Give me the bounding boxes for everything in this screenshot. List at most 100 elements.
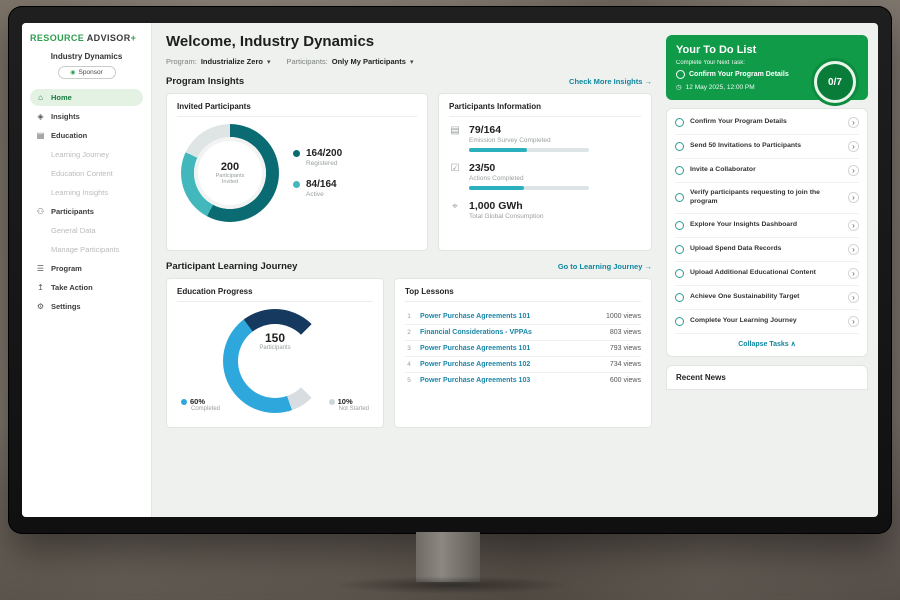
participants-filter[interactable]: Participants: Only My Participants ▾ — [286, 57, 413, 66]
arrow-right-icon: → — [645, 77, 653, 86]
sidebar-item-label: Settings — [51, 302, 81, 311]
sidebar-item-home[interactable]: ⌂ Home — [30, 89, 143, 106]
sidebar-item-learning-journey[interactable]: Learning Journey — [30, 146, 143, 163]
chevron-right-icon[interactable]: › — [848, 117, 859, 128]
task-row-verify-participants[interactable]: Verify participants requesting to join t… — [675, 183, 859, 214]
task-row-explore-insights[interactable]: Explore Your Insights Dashboard › — [675, 214, 859, 238]
lesson-views: 803 views — [610, 329, 641, 336]
home-icon: ⌂ — [36, 93, 45, 102]
recent-news-card: Recent News — [666, 365, 868, 390]
task-row-achieve-target[interactable]: Achieve One Sustainability Target › — [675, 286, 859, 310]
participants-icon: ⚇ — [36, 207, 45, 216]
sidebar-item-label: Education Content — [51, 169, 113, 178]
legend-dot — [329, 399, 335, 405]
sidebar-item-participants[interactable]: ⚇ Participants — [30, 203, 143, 220]
chevron-right-icon[interactable]: › — [848, 220, 859, 231]
lesson-link[interactable]: Power Purchase Agreements 101 — [420, 345, 603, 352]
radio-circle-icon — [676, 70, 685, 79]
chevron-right-icon[interactable]: › — [848, 268, 859, 279]
task-checkbox[interactable] — [675, 245, 684, 254]
chevron-right-icon[interactable]: › — [848, 244, 859, 255]
donut-legend: 164/200 Registered 84/164 Active — [293, 148, 342, 198]
task-row-upload-spend-data[interactable]: Upload Spend Data Records › — [675, 238, 859, 262]
go-to-learning-journey-link[interactable]: Go to Learning Journey → — [558, 262, 652, 271]
program-insights-cards: Invited Participants 200 Participants In… — [166, 93, 652, 251]
lesson-row: 4 Power Purchase Agreements 102 734 view… — [405, 357, 641, 373]
task-checkbox[interactable] — [675, 269, 684, 278]
task-checkbox[interactable] — [675, 317, 684, 326]
sidebar-item-learning-insights[interactable]: Learning Insights — [30, 184, 143, 201]
monitor-stand — [416, 532, 480, 582]
donut-center-value: 200 — [221, 161, 239, 173]
collapse-tasks-link[interactable]: Collapse Tasks ∧ — [675, 334, 859, 354]
task-label: Explore Your Insights Dashboard — [690, 221, 842, 230]
location-pin-icon: ⌖ — [449, 201, 461, 220]
sidebar-item-label: Education — [51, 131, 87, 140]
task-row-complete-learning-journey[interactable]: Complete Your Learning Journey › — [675, 310, 859, 334]
sidebar-item-take-action[interactable]: ↥ Take Action — [30, 279, 143, 296]
lesson-link[interactable]: Power Purchase Agreements 101 — [420, 313, 599, 320]
chevron-right-icon[interactable]: › — [848, 292, 859, 303]
learning-journey-header: Participant Learning Journey Go to Learn… — [166, 261, 652, 272]
sponsor-badge[interactable]: ◉ Sponsor — [58, 66, 116, 79]
todo-panel: Your To Do List Complete Your Next Task:… — [664, 23, 878, 517]
lesson-link[interactable]: Power Purchase Agreements 102 — [420, 361, 603, 368]
chevron-right-icon[interactable]: › — [848, 316, 859, 327]
task-row-invite-collaborator[interactable]: Invite a Collaborator › — [675, 159, 859, 183]
todo-progress-ring: 0/7 — [814, 61, 856, 103]
monitor-shadow — [330, 576, 570, 594]
sidebar-item-manage-participants[interactable]: Manage Participants — [30, 241, 143, 258]
legend-item-active: 84/164 Active — [293, 179, 342, 198]
chevron-right-icon[interactable]: › — [848, 192, 859, 203]
top-lessons-card: Top Lessons 1 Power Purchase Agreements … — [394, 278, 652, 428]
lesson-link[interactable]: Power Purchase Agreements 103 — [420, 377, 603, 384]
card-title: Education Progress — [177, 287, 373, 302]
education-icon: ▤ — [36, 131, 45, 140]
task-checkbox[interactable] — [675, 193, 684, 202]
page-title: Welcome, Industry Dynamics — [166, 33, 652, 50]
check-icon: ☑ — [449, 163, 461, 190]
sponsor-badge-label: Sponsor — [79, 69, 103, 76]
sidebar-item-education[interactable]: ▤ Education — [30, 127, 143, 144]
settings-icon: ⚙ — [36, 302, 45, 311]
task-row-send-invitations[interactable]: Send 50 Invitations to Participants › — [675, 135, 859, 159]
program-filter-label: Program: — [166, 57, 197, 66]
sidebar-item-settings[interactable]: ⚙ Settings — [30, 298, 143, 315]
lesson-link[interactable]: Financial Considerations - VPPAs — [420, 329, 603, 336]
task-checkbox[interactable] — [675, 118, 684, 127]
org-name: Industry Dynamics — [30, 52, 143, 61]
sponsor-icon: ◉ — [70, 69, 75, 76]
sidebar-item-label: Insights — [51, 112, 80, 121]
task-label: Complete Your Learning Journey — [690, 317, 842, 326]
app-logo: RESOURCE ADVISOR+ — [30, 33, 143, 43]
chevron-right-icon[interactable]: › — [848, 165, 859, 176]
task-label: Upload Spend Data Records — [690, 245, 842, 254]
task-row-upload-educational-content[interactable]: Upload Additional Educational Content › — [675, 262, 859, 286]
card-title: Invited Participants — [177, 102, 417, 117]
task-checkbox[interactable] — [675, 221, 684, 230]
gauge-center-value: 150 — [223, 331, 327, 345]
survey-icon: ▤ — [449, 125, 461, 152]
legend-dot — [293, 150, 300, 157]
task-label: Verify participants requesting to join t… — [690, 189, 842, 207]
sidebar-item-label: General Data — [51, 226, 96, 235]
legend-pct: 60% — [190, 397, 205, 406]
legend-label: Not Started — [339, 406, 369, 412]
sidebar-item-insights[interactable]: ◈ Insights — [30, 108, 143, 125]
task-row-confirm-program[interactable]: Confirm Your Program Details › — [675, 111, 859, 135]
sidebar-item-general-data[interactable]: General Data — [30, 222, 143, 239]
check-more-insights-link[interactable]: Check More Insights → — [569, 77, 652, 86]
task-checkbox[interactable] — [675, 166, 684, 175]
lesson-row: 3 Power Purchase Agreements 101 793 view… — [405, 341, 641, 357]
learning-journey-cards: Education Progress 150 Participants 60% … — [166, 278, 652, 428]
task-checkbox[interactable] — [675, 293, 684, 302]
legend-item-registered: 164/200 Registered — [293, 148, 342, 167]
program-filter[interactable]: Program: Industrialize Zero ▾ — [166, 57, 270, 66]
legend-label: Registered — [306, 160, 342, 167]
task-checkbox[interactable] — [675, 142, 684, 151]
chevron-right-icon[interactable]: › — [848, 141, 859, 152]
sidebar-item-program[interactable]: ☰ Program — [30, 260, 143, 277]
todo-next-task-label: Confirm Your Program Details — [689, 71, 789, 78]
stat-value: 1,000 GWh — [469, 200, 543, 212]
sidebar-item-education-content[interactable]: Education Content — [30, 165, 143, 182]
